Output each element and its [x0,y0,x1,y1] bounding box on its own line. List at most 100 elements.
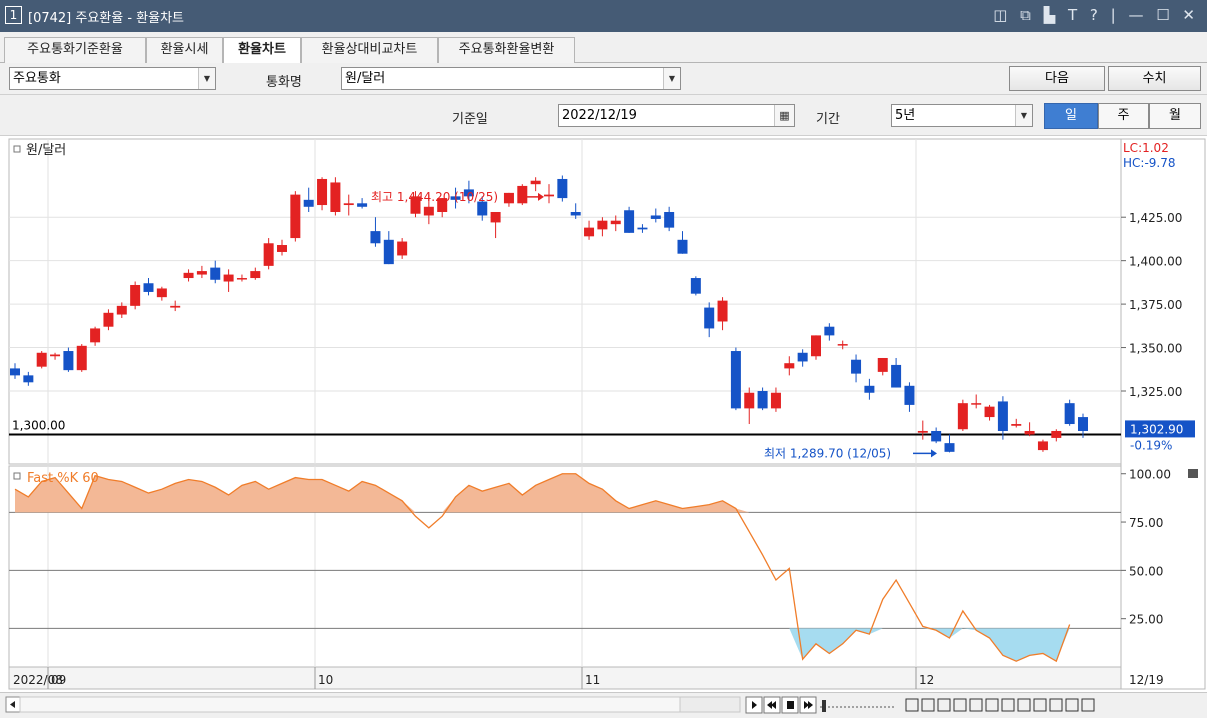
next-icon[interactable] [745,696,763,714]
candle-body [971,403,982,405]
dropdown-arrow-icon: ▼ [198,68,215,89]
toolbar-icons [745,696,1095,714]
toolbar-svg[interactable] [0,693,1207,718]
candle-body [811,335,821,357]
x-tick-label: 09 [51,673,66,687]
candle-body [677,239,688,254]
first-icon[interactable] [763,696,781,714]
candle-body [1078,417,1088,431]
candle-body [23,375,34,383]
x-tick-label: 10 [318,673,333,687]
candle-body [744,392,755,409]
indicator-title: Fast %K 60 [27,471,99,486]
candle-body [597,220,608,230]
magnifier-icon[interactable] [1033,698,1047,712]
wave-icon[interactable] [985,698,999,712]
panel-close-icon [1188,469,1198,478]
candle-body [290,194,301,239]
last-price-label: 1,302.90 [1130,422,1183,436]
candle-body [1064,403,1075,425]
candle-body [50,354,61,357]
window-titlebar: 1 [0742] 주요환율 - 환율차트 ◫ ⧉ ▙ T ? | — ☐ ✕ [0,0,1207,32]
trend-icon-glyph [969,698,983,712]
chart-svg[interactable]: 2022/0809 10 11 12 12/191,425.001,400.001,37… [0,137,1207,692]
chart-icon[interactable] [937,698,951,712]
candle-body [704,307,715,329]
calendar-icon[interactable]: ▦ [774,105,794,126]
trend-icon[interactable] [969,698,983,712]
lc-label: LC:1.02 [1123,141,1169,155]
grid-icon[interactable] [905,698,919,712]
tab-major-currency-base-rate[interactable]: 주요통화기준환율 [4,37,146,63]
candle-body [517,185,528,204]
indicator-y-tick-label: 100.00 [1129,468,1171,482]
currency-name-select[interactable]: 원/달러 ▼ [341,67,681,90]
candle-body [1051,430,1062,438]
candle-body [423,206,434,216]
candle-body [210,267,221,280]
indicator-y-tick-label: 25.00 [1129,613,1163,627]
window-controls[interactable]: ◫ ⧉ ▙ T ? | — ☐ ✕ [993,6,1199,24]
last-icon[interactable] [799,696,817,714]
candle-body [784,363,795,369]
tab-relative-comparison-chart[interactable]: 환율상대비교차트 [301,37,438,63]
period-monthly-button[interactable]: 월 [1149,103,1201,129]
tab-rate-quotes[interactable]: 환율시세 [146,37,223,63]
candle-body [330,182,341,212]
candle-body [851,359,862,374]
candle-body [931,430,942,442]
plus-icon[interactable] [1065,698,1079,712]
zoom-icon[interactable] [1017,698,1031,712]
scroll-thumb[interactable] [679,696,741,713]
candle-body [357,203,368,207]
stop-icon[interactable] [781,696,799,714]
window-icon[interactable] [921,698,935,712]
candle-body [1024,430,1035,435]
candle-body [130,284,141,306]
minus-icon[interactable] [1049,698,1063,712]
candle-body [757,391,768,409]
period-weekly-button[interactable]: 주 [1098,103,1149,129]
candle-body [690,278,701,294]
candle-body [544,194,554,197]
dropdown-arrow-icon: ▼ [663,68,680,89]
text-icon[interactable] [1081,698,1095,712]
currency-selector-row: 주요통화 ▼ 통화명 원/달러 ▼ 다음 수치 [0,63,1207,94]
tab-rate-converter[interactable]: 주요통화환율변환 [438,37,575,63]
candle-body [557,178,568,199]
y-tick-label: 1,375.00 [1129,298,1182,312]
values-button[interactable]: 수치 [1108,66,1201,91]
currency-name-value: 원/달러 [345,71,386,86]
base-date-input[interactable]: 2022/12/19 ▦ [558,104,795,127]
candle-body [36,352,47,367]
candle-body [877,357,888,372]
candle-body [236,278,247,280]
candle-body [624,210,635,233]
candle-body [837,344,848,346]
candle-body [250,271,261,279]
pen-icon-glyph [1001,698,1015,712]
candle-body [650,215,661,219]
x-axis-strip [8,666,1122,690]
crosshair-icon[interactable] [953,698,967,712]
tab-rate-chart[interactable]: 환율차트 [223,37,301,64]
chart-area[interactable]: 2022/08 09 10 11 12 12/19 1,425.00 1,400.00 1,37… [0,137,1207,692]
period-select[interactable]: 5년 ▼ [891,104,1033,127]
indicator-y-tick-label: 50.00 [1129,564,1163,578]
pen-icon[interactable] [1001,698,1015,712]
slider-icon[interactable] [820,700,896,712]
next-button[interactable]: 다음 [1009,66,1105,91]
window-number: 1 [5,6,22,24]
candle-body [303,199,314,207]
price-chart-title: 원/달러 [26,143,66,158]
candle-body [1011,424,1022,426]
scroll-track[interactable] [19,696,681,713]
candle-body [263,243,274,266]
candle-body [730,351,741,409]
currency-group-select[interactable]: 주요통화 ▼ [9,67,216,90]
candle-body [530,180,541,185]
period-label: 기간 [816,112,840,127]
crosshair-icon-glyph [953,698,967,712]
period-daily-button[interactable]: 일 [1044,103,1098,129]
candle-body [770,392,781,409]
